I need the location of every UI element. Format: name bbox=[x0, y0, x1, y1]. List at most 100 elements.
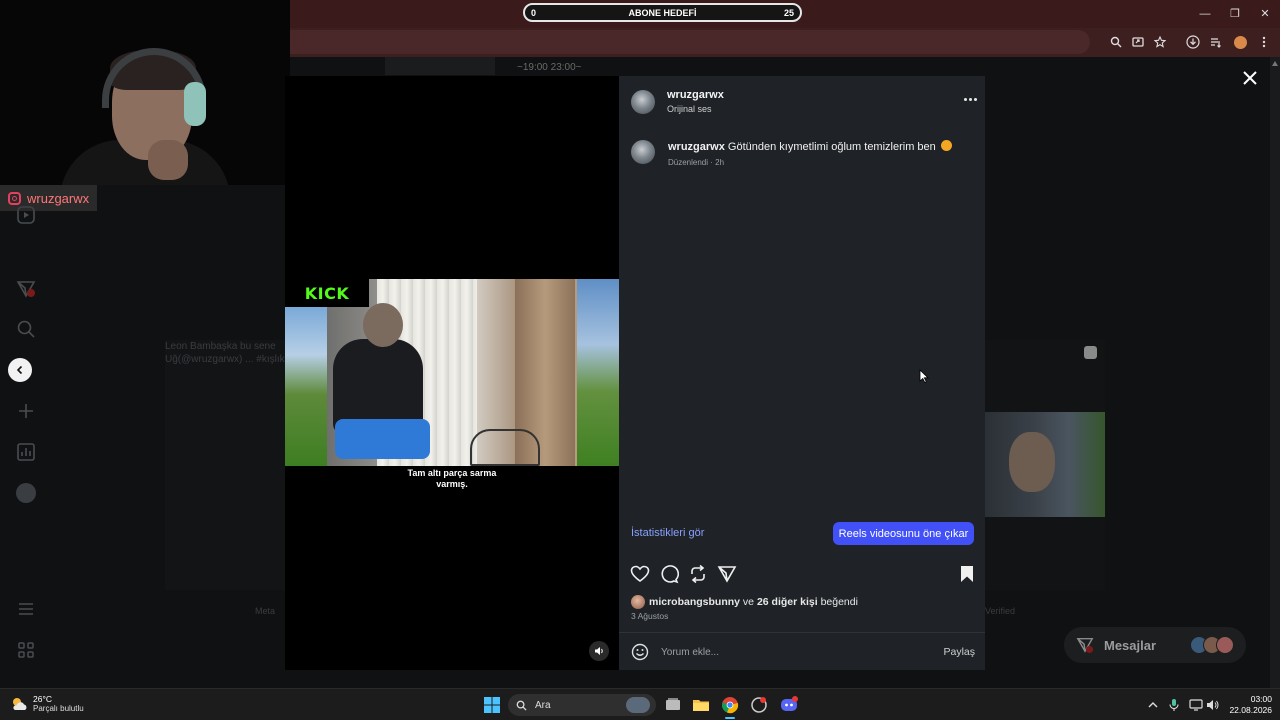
ghost-time-text: ~19:00 23:00~ bbox=[517, 62, 582, 73]
direct-messages-icon[interactable] bbox=[16, 279, 36, 299]
chevron-left-icon bbox=[16, 365, 23, 375]
heart-eyes-emoji-icon bbox=[940, 140, 952, 151]
bookmark-filled-icon bbox=[961, 566, 973, 582]
like-button[interactable] bbox=[630, 564, 650, 584]
liker-avatar bbox=[631, 595, 645, 609]
chevron-up-icon bbox=[1148, 702, 1158, 708]
weather-widget[interactable]: 26°C Parçalı bulutlu bbox=[10, 694, 84, 714]
ghost-post-text: Leon Bambaşka bu sene Uğ(@wruzgarwx) ...… bbox=[165, 341, 285, 365]
save-button[interactable] bbox=[957, 564, 977, 584]
boost-reel-button[interactable]: Reels videosunu öne çıkar bbox=[833, 522, 974, 545]
instagram-sidebar bbox=[0, 185, 52, 688]
address-bar[interactable] bbox=[290, 30, 1090, 54]
scroll-up-icon[interactable] bbox=[1272, 61, 1278, 66]
liker-username[interactable]: microbangsbunny bbox=[649, 596, 740, 608]
comment-input[interactable]: Yorum ekle... bbox=[661, 647, 943, 658]
previous-post-button[interactable] bbox=[8, 358, 32, 382]
more-options-icon[interactable] bbox=[964, 98, 977, 101]
post-comment-button[interactable]: Paylaş bbox=[943, 646, 975, 658]
messages-button[interactable]: Mesajlar bbox=[1064, 627, 1246, 663]
next-post-thumbnail[interactable] bbox=[985, 340, 1105, 590]
webcam-hand bbox=[148, 140, 188, 180]
menu-icon[interactable] bbox=[1256, 34, 1272, 50]
discord-button[interactable] bbox=[780, 696, 798, 714]
avatar bbox=[1216, 636, 1234, 654]
more-menu-icon[interactable] bbox=[16, 599, 36, 619]
heart-icon bbox=[630, 565, 650, 582]
streamer-tag: wruzgarwx bbox=[0, 185, 290, 211]
app-button[interactable] bbox=[750, 696, 768, 714]
caption-avatar[interactable] bbox=[631, 140, 655, 164]
speaker-icon bbox=[595, 647, 603, 655]
windows-taskbar: 26°C Parçalı bulutlu Ara 03:00 22.08.202… bbox=[0, 688, 1280, 720]
volume-icon bbox=[1207, 700, 1219, 710]
weather-temperature: 26°C bbox=[33, 694, 52, 704]
author-username[interactable]: wruzgarwx bbox=[667, 89, 724, 101]
close-modal-button[interactable] bbox=[1240, 68, 1260, 88]
create-plus-icon[interactable] bbox=[16, 401, 36, 421]
reading-list-icon[interactable] bbox=[1208, 34, 1224, 50]
cast-icon[interactable] bbox=[1130, 34, 1146, 50]
chrome-icon bbox=[722, 697, 739, 714]
restore-button[interactable]: ❐ bbox=[1227, 6, 1243, 22]
reel-badge-icon bbox=[1084, 346, 1097, 359]
video-person-head bbox=[363, 303, 403, 347]
send-icon bbox=[717, 566, 737, 583]
kick-logo: KICK bbox=[285, 279, 369, 307]
dashboard-icon[interactable] bbox=[16, 442, 36, 462]
system-clock[interactable]: 03:00 22.08.2026 bbox=[1226, 694, 1272, 716]
file-explorer-button[interactable] bbox=[692, 696, 710, 714]
messenger-icon bbox=[1076, 637, 1094, 654]
caption-meta: Düzenlendi · 2h bbox=[668, 158, 725, 167]
folder-icon bbox=[693, 700, 709, 711]
close-icon bbox=[1243, 71, 1257, 85]
video-cage bbox=[470, 429, 540, 466]
mouse-cursor-icon bbox=[919, 369, 929, 383]
webcam-overlay bbox=[0, 0, 290, 185]
mute-button[interactable] bbox=[589, 641, 609, 661]
chrome-button[interactable] bbox=[721, 696, 739, 719]
mountain-background-left bbox=[285, 307, 327, 466]
search-icon[interactable] bbox=[16, 319, 36, 339]
share-button[interactable] bbox=[717, 564, 737, 584]
weather-description: Parçalı bulutlu bbox=[33, 704, 84, 713]
scrollbar[interactable] bbox=[1270, 57, 1280, 688]
app-icon bbox=[751, 697, 767, 713]
microphone-button[interactable] bbox=[1168, 696, 1186, 714]
instagram-icon bbox=[8, 191, 21, 205]
audio-label[interactable]: Orijinal ses bbox=[667, 104, 712, 114]
view-insights-link[interactable]: İstatistikleri gör bbox=[631, 527, 704, 539]
microphone-icon bbox=[1169, 699, 1179, 711]
apps-grid-icon[interactable] bbox=[16, 640, 36, 660]
comment-composer: Yorum ekle... Paylaş bbox=[631, 642, 975, 662]
tray-overflow-button[interactable] bbox=[1147, 696, 1165, 714]
emoji-icon[interactable] bbox=[631, 643, 649, 661]
taskbar-search[interactable]: Ara bbox=[508, 694, 656, 716]
ghost-post-card bbox=[165, 340, 285, 590]
network-button[interactable] bbox=[1189, 696, 1207, 714]
network-icon bbox=[1189, 699, 1203, 711]
start-button[interactable] bbox=[483, 696, 501, 714]
extension-icon[interactable] bbox=[1232, 34, 1248, 50]
author-avatar[interactable] bbox=[631, 90, 655, 114]
profile-avatar-icon[interactable] bbox=[16, 483, 36, 503]
minimize-button[interactable]: — bbox=[1197, 6, 1213, 22]
likes-others-link[interactable]: 26 diğer kişi bbox=[757, 596, 818, 608]
bookmark-star-icon[interactable] bbox=[1152, 34, 1168, 50]
zoom-icon[interactable] bbox=[1108, 34, 1124, 50]
caption-username[interactable]: wruzgarwx bbox=[668, 141, 725, 153]
task-view-button[interactable] bbox=[664, 696, 682, 714]
close-window-button[interactable]: ✕ bbox=[1257, 6, 1273, 22]
subtitle-line: Tam altı parça sarma bbox=[407, 468, 497, 478]
partly-cloudy-icon bbox=[13, 698, 27, 710]
goal-label: ABONE HEDEFİ bbox=[628, 8, 697, 18]
streamer-tag-box: wruzgarwx bbox=[0, 185, 98, 211]
repost-button[interactable] bbox=[688, 564, 708, 584]
streamer-handle: wruzgarwx bbox=[27, 190, 90, 206]
repost-icon bbox=[691, 564, 705, 584]
likes-summary: microbangsbunny ve 26 diğer kişi beğendi bbox=[631, 595, 858, 609]
volume-button[interactable] bbox=[1206, 696, 1224, 714]
download-icon[interactable] bbox=[1185, 34, 1201, 50]
comment-button[interactable] bbox=[659, 564, 680, 584]
reel-video-player[interactable]: KICK Tam altı parça sarma varmış. bbox=[285, 76, 619, 670]
